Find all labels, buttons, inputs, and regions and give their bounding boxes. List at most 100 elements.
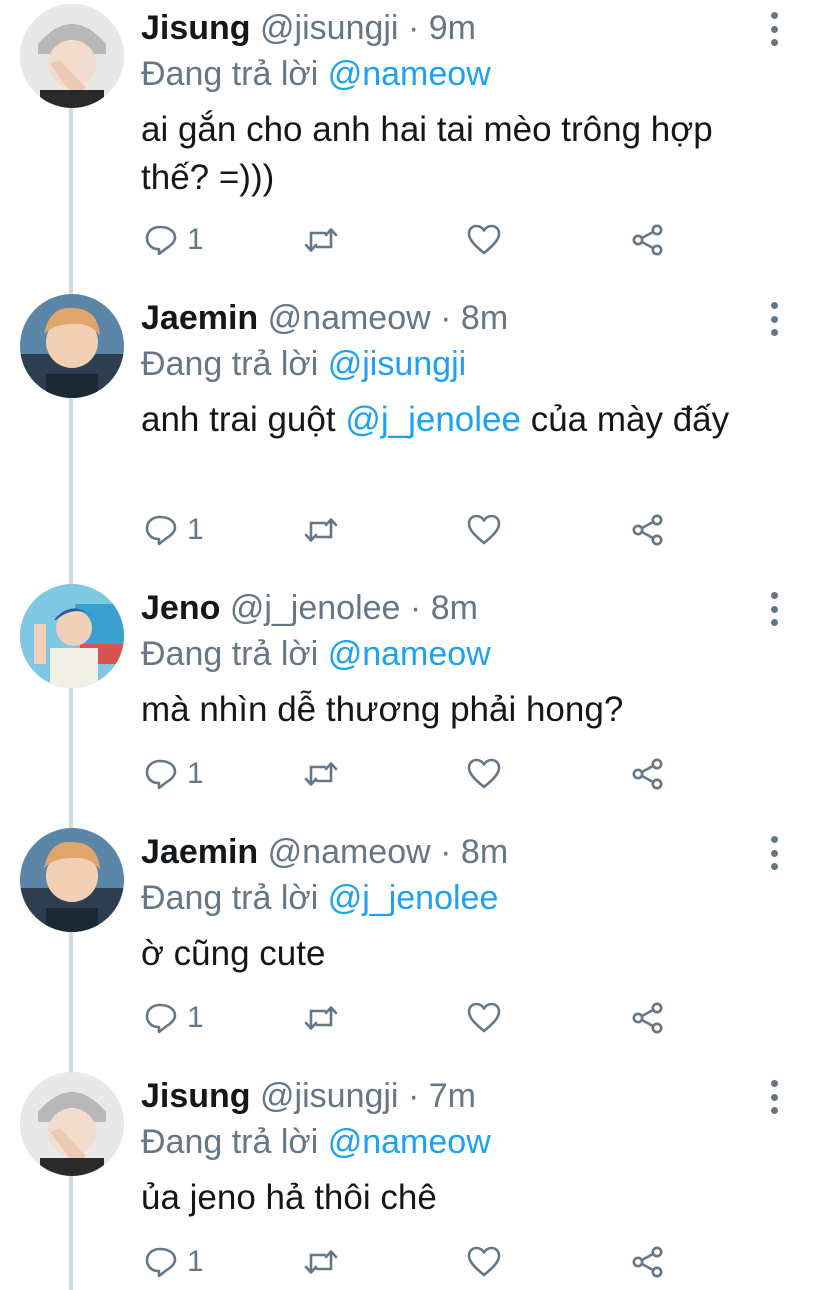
separator-dot: · [407, 9, 420, 47]
tweet-text-segment: anh trai guột [141, 400, 346, 439]
tweet-header: Jaemin @nameow · 8m [141, 296, 508, 340]
timestamp[interactable]: 8m [431, 589, 478, 627]
share-icon [631, 514, 665, 546]
tweet-header: Jaemin @nameow · 8m [141, 830, 508, 874]
more-vertical-icon[interactable] [760, 836, 788, 870]
tweet[interactable]: Jaemin @nameow · 8m Đang trả lời @j_jenol… [0, 826, 828, 1046]
avatar[interactable] [20, 1072, 124, 1176]
reply-count: 1 [187, 513, 204, 546]
separator-dot: · [440, 833, 452, 871]
replying-to: Đang trả lời @j_jenolee [141, 876, 498, 920]
replying-to: Đang trả lời @nameow [141, 52, 491, 96]
like-button[interactable] [467, 998, 501, 1038]
share-button[interactable] [631, 510, 665, 550]
share-icon [631, 758, 665, 790]
reply-icon [145, 1247, 177, 1277]
like-button[interactable] [467, 510, 501, 550]
tweet-actions: 1 [141, 754, 701, 794]
avatar[interactable] [20, 828, 124, 932]
share-icon [631, 1246, 665, 1278]
retweet-button[interactable] [303, 220, 339, 260]
more-vertical-icon[interactable] [760, 592, 788, 626]
display-name[interactable]: Jisung [141, 1077, 251, 1115]
reply-count: 1 [187, 757, 204, 790]
separator-dot: · [409, 589, 422, 627]
share-icon [631, 1002, 665, 1034]
timestamp[interactable]: 7m [429, 1077, 476, 1115]
tweet-header: Jeno @j_jenolee · 8m [141, 586, 478, 630]
user-handle[interactable]: @jisungji [260, 1077, 398, 1115]
tweet-text: ai gắn cho anh hai tai mèo trông hợp thế… [141, 106, 781, 202]
replying-to-mention[interactable]: @j_jenolee [328, 879, 499, 917]
tweet[interactable]: Jeno @j_jenolee · 8m Đang trả lời @nameow… [0, 582, 828, 802]
replying-to-mention[interactable]: @nameow [328, 55, 491, 93]
share-button[interactable] [631, 220, 665, 260]
replying-to-label: Đang trả lời [141, 55, 319, 93]
timestamp[interactable]: 8m [461, 833, 508, 871]
display-name[interactable]: Jaemin [141, 299, 258, 337]
tweet[interactable]: Jaemin @nameow · 8m Đang trả lời @jisungj… [0, 292, 828, 558]
more-vertical-icon[interactable] [760, 1080, 788, 1114]
retweet-button[interactable] [303, 754, 339, 794]
retweet-icon [303, 1247, 339, 1277]
tweet-actions: 1 [141, 998, 701, 1038]
mention-link[interactable]: @j_jenolee [345, 400, 521, 439]
reply-button[interactable]: 1 [145, 510, 204, 550]
replying-to-label: Đang trả lời [141, 635, 319, 673]
tweet[interactable]: Jisung @jisungji · 9m Đang trả lời @nameo… [0, 2, 828, 268]
timestamp[interactable]: 9m [429, 9, 476, 47]
retweet-icon [303, 1003, 339, 1033]
reply-count: 1 [187, 223, 204, 256]
share-button[interactable] [631, 1242, 665, 1282]
like-button[interactable] [467, 220, 501, 260]
tweet-text: ủa jeno hả thôi chê [141, 1174, 781, 1222]
retweet-icon [303, 759, 339, 789]
avatar[interactable] [20, 4, 124, 108]
display-name[interactable]: Jeno [141, 589, 220, 627]
avatar[interactable] [20, 584, 124, 688]
reply-icon [145, 759, 177, 789]
more-vertical-icon[interactable] [760, 12, 788, 46]
user-handle[interactable]: @j_jenolee [230, 589, 401, 627]
avatar[interactable] [20, 294, 124, 398]
tweet-text-segment: mà nhìn dễ thương phải hong? [141, 690, 624, 729]
display-name[interactable]: Jaemin [141, 833, 258, 871]
reply-button[interactable]: 1 [145, 1242, 204, 1282]
tweet-text-segment: ai gắn cho anh hai tai mèo trông hợp thế… [141, 110, 713, 197]
timestamp[interactable]: 8m [461, 299, 508, 337]
heart-icon [467, 224, 501, 256]
reply-button[interactable]: 1 [145, 220, 204, 260]
user-handle[interactable]: @nameow [268, 833, 431, 871]
retweet-icon [303, 225, 339, 255]
replying-to-mention[interactable]: @nameow [328, 635, 491, 673]
share-button[interactable] [631, 754, 665, 794]
separator-dot: · [440, 299, 452, 337]
replying-to-label: Đang trả lời [141, 879, 319, 917]
user-handle[interactable]: @nameow [268, 299, 431, 337]
like-button[interactable] [467, 1242, 501, 1282]
tweet-actions: 1 [141, 510, 701, 550]
reply-count: 1 [187, 1245, 204, 1278]
reply-button[interactable]: 1 [145, 754, 204, 794]
heart-icon [467, 514, 501, 546]
like-button[interactable] [467, 754, 501, 794]
share-icon [631, 224, 665, 256]
display-name[interactable]: Jisung [141, 9, 251, 47]
retweet-button[interactable] [303, 1242, 339, 1282]
more-vertical-icon[interactable] [760, 302, 788, 336]
replying-to: Đang trả lời @nameow [141, 1120, 491, 1164]
retweet-button[interactable] [303, 510, 339, 550]
replying-to-mention[interactable]: @nameow [328, 1123, 491, 1161]
reply-icon [145, 515, 177, 545]
reply-icon [145, 225, 177, 255]
user-handle[interactable]: @jisungji [260, 9, 398, 47]
share-button[interactable] [631, 998, 665, 1038]
replying-to-mention[interactable]: @jisungji [328, 345, 466, 383]
replying-to: Đang trả lời @jisungji [141, 342, 466, 386]
reply-button[interactable]: 1 [145, 998, 204, 1038]
tweet[interactable]: Jisung @jisungji · 7m Đang trả lời @nameo… [0, 1070, 828, 1290]
heart-icon [467, 1246, 501, 1278]
retweet-icon [303, 515, 339, 545]
retweet-button[interactable] [303, 998, 339, 1038]
tweet-text-segment: của mày đấy [520, 400, 730, 439]
